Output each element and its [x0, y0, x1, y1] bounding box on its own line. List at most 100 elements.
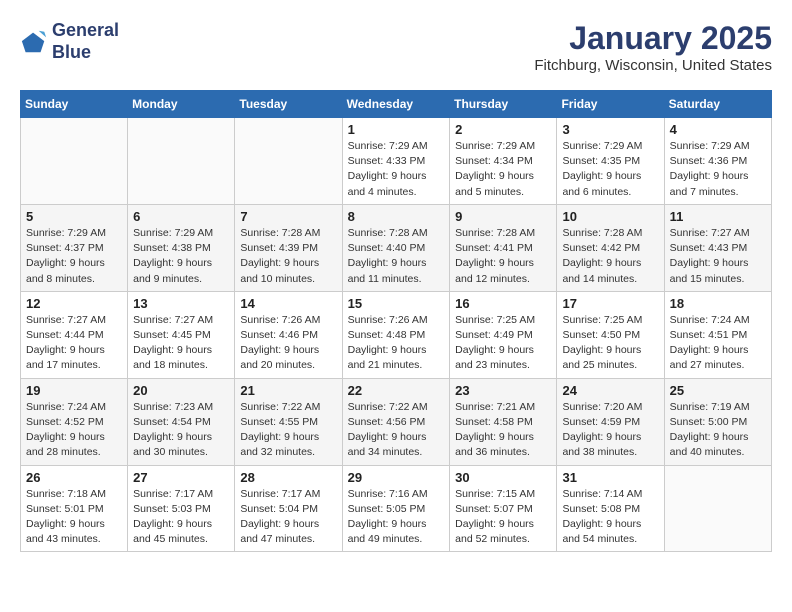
- day-info: Sunrise: 7:25 AM Sunset: 4:49 PM Dayligh…: [455, 313, 551, 374]
- day-cell: 23 Sunrise: 7:21 AM Sunset: 4:58 PM Dayli…: [450, 378, 557, 465]
- day-number: 2: [455, 122, 551, 137]
- day-cell: 25 Sunrise: 7:19 AM Sunset: 5:00 PM Dayli…: [664, 378, 771, 465]
- day-number: 3: [562, 122, 658, 137]
- day-number: 11: [670, 209, 766, 224]
- day-cell: 26 Sunrise: 7:18 AM Sunset: 5:01 PM Dayli…: [21, 465, 128, 552]
- day-cell: [235, 118, 342, 205]
- day-number: 16: [455, 296, 551, 311]
- day-info: Sunrise: 7:14 AM Sunset: 5:08 PM Dayligh…: [562, 487, 658, 548]
- day-info: Sunrise: 7:29 AM Sunset: 4:37 PM Dayligh…: [26, 226, 122, 287]
- day-cell: 4 Sunrise: 7:29 AM Sunset: 4:36 PM Daylig…: [664, 118, 771, 205]
- day-number: 20: [133, 383, 229, 398]
- day-info: Sunrise: 7:25 AM Sunset: 4:50 PM Dayligh…: [562, 313, 658, 374]
- day-number: 9: [455, 209, 551, 224]
- day-cell: 20 Sunrise: 7:23 AM Sunset: 4:54 PM Dayli…: [128, 378, 235, 465]
- day-number: 5: [26, 209, 122, 224]
- day-info: Sunrise: 7:21 AM Sunset: 4:58 PM Dayligh…: [455, 400, 551, 461]
- day-info: Sunrise: 7:28 AM Sunset: 4:39 PM Dayligh…: [240, 226, 336, 287]
- day-cell: 17 Sunrise: 7:25 AM Sunset: 4:50 PM Dayli…: [557, 291, 664, 378]
- day-cell: 12 Sunrise: 7:27 AM Sunset: 4:44 PM Dayli…: [21, 291, 128, 378]
- day-info: Sunrise: 7:28 AM Sunset: 4:41 PM Dayligh…: [455, 226, 551, 287]
- day-info: Sunrise: 7:26 AM Sunset: 4:48 PM Dayligh…: [348, 313, 445, 374]
- day-info: Sunrise: 7:29 AM Sunset: 4:35 PM Dayligh…: [562, 139, 658, 200]
- day-number: 1: [348, 122, 445, 137]
- day-info: Sunrise: 7:22 AM Sunset: 4:56 PM Dayligh…: [348, 400, 445, 461]
- day-info: Sunrise: 7:28 AM Sunset: 4:42 PM Dayligh…: [562, 226, 658, 287]
- day-cell: 2 Sunrise: 7:29 AM Sunset: 4:34 PM Daylig…: [450, 118, 557, 205]
- day-info: Sunrise: 7:16 AM Sunset: 5:05 PM Dayligh…: [348, 487, 445, 548]
- month-title: January 2025: [534, 20, 772, 57]
- day-number: 24: [562, 383, 658, 398]
- week-row-3: 12 Sunrise: 7:27 AM Sunset: 4:44 PM Dayli…: [21, 291, 772, 378]
- weekday-header-saturday: Saturday: [664, 91, 771, 118]
- day-number: 22: [348, 383, 445, 398]
- week-row-4: 19 Sunrise: 7:24 AM Sunset: 4:52 PM Dayli…: [21, 378, 772, 465]
- day-cell: [21, 118, 128, 205]
- day-info: Sunrise: 7:17 AM Sunset: 5:04 PM Dayligh…: [240, 487, 336, 548]
- day-cell: 22 Sunrise: 7:22 AM Sunset: 4:56 PM Dayli…: [342, 378, 450, 465]
- day-cell: [664, 465, 771, 552]
- day-cell: 27 Sunrise: 7:17 AM Sunset: 5:03 PM Dayli…: [128, 465, 235, 552]
- day-number: 31: [562, 470, 658, 485]
- weekday-header-wednesday: Wednesday: [342, 91, 450, 118]
- day-number: 10: [562, 209, 658, 224]
- day-info: Sunrise: 7:19 AM Sunset: 5:00 PM Dayligh…: [670, 400, 766, 461]
- day-number: 15: [348, 296, 445, 311]
- day-info: Sunrise: 7:23 AM Sunset: 4:54 PM Dayligh…: [133, 400, 229, 461]
- day-cell: 21Sunrise: 7:22 AM Sunset: 4:55 PM Dayli…: [235, 378, 342, 465]
- day-number: 26: [26, 470, 122, 485]
- day-cell: 30Sunrise: 7:15 AM Sunset: 5:07 PM Dayli…: [450, 465, 557, 552]
- day-cell: 3 Sunrise: 7:29 AM Sunset: 4:35 PM Daylig…: [557, 118, 664, 205]
- day-cell: 10 Sunrise: 7:28 AM Sunset: 4:42 PM Dayli…: [557, 204, 664, 291]
- day-info: Sunrise: 7:29 AM Sunset: 4:38 PM Dayligh…: [133, 226, 229, 287]
- day-cell: 28Sunrise: 7:17 AM Sunset: 5:04 PM Dayli…: [235, 465, 342, 552]
- day-cell: 14Sunrise: 7:26 AM Sunset: 4:46 PM Dayli…: [235, 291, 342, 378]
- weekday-header-friday: Friday: [557, 91, 664, 118]
- day-info: Sunrise: 7:27 AM Sunset: 4:43 PM Dayligh…: [670, 226, 766, 287]
- day-cell: 15 Sunrise: 7:26 AM Sunset: 4:48 PM Dayli…: [342, 291, 450, 378]
- day-info: Sunrise: 7:26 AM Sunset: 4:46 PM Dayligh…: [240, 313, 336, 374]
- day-number: 17: [562, 296, 658, 311]
- day-info: Sunrise: 7:28 AM Sunset: 4:40 PM Dayligh…: [348, 226, 445, 287]
- calendar: SundayMondayTuesdayWednesdayThursdayFrid…: [20, 90, 772, 552]
- day-info: Sunrise: 7:18 AM Sunset: 5:01 PM Dayligh…: [26, 487, 122, 548]
- logo-line1: General: [52, 20, 119, 42]
- day-info: Sunrise: 7:27 AM Sunset: 4:44 PM Dayligh…: [26, 313, 122, 374]
- day-cell: 7 Sunrise: 7:28 AM Sunset: 4:39 PM Daylig…: [235, 204, 342, 291]
- day-number: 12: [26, 296, 122, 311]
- day-info: Sunrise: 7:27 AM Sunset: 4:45 PM Dayligh…: [133, 313, 229, 374]
- day-info: Sunrise: 7:29 AM Sunset: 4:36 PM Dayligh…: [670, 139, 766, 200]
- day-number: 27: [133, 470, 229, 485]
- day-number: 19: [26, 383, 122, 398]
- weekday-header-tuesday: Tuesday: [235, 91, 342, 118]
- day-cell: 24Sunrise: 7:20 AM Sunset: 4:59 PM Dayli…: [557, 378, 664, 465]
- day-number: 8: [348, 209, 445, 224]
- day-info: Sunrise: 7:29 AM Sunset: 4:33 PM Dayligh…: [348, 139, 445, 200]
- day-number: 23: [455, 383, 551, 398]
- logo-icon: [20, 28, 48, 56]
- day-cell: 18Sunrise: 7:24 AM Sunset: 4:51 PM Dayli…: [664, 291, 771, 378]
- day-cell: 8 Sunrise: 7:28 AM Sunset: 4:40 PM Daylig…: [342, 204, 450, 291]
- day-number: 21: [240, 383, 336, 398]
- day-number: 13: [133, 296, 229, 311]
- logo-line2: Blue: [52, 42, 119, 64]
- day-cell: 16 Sunrise: 7:25 AM Sunset: 4:49 PM Dayli…: [450, 291, 557, 378]
- day-info: Sunrise: 7:24 AM Sunset: 4:52 PM Dayligh…: [26, 400, 122, 461]
- day-info: Sunrise: 7:24 AM Sunset: 4:51 PM Dayligh…: [670, 313, 766, 374]
- day-number: 7: [240, 209, 336, 224]
- weekday-header-row: SundayMondayTuesdayWednesdayThursdayFrid…: [21, 91, 772, 118]
- day-info: Sunrise: 7:29 AM Sunset: 4:34 PM Dayligh…: [455, 139, 551, 200]
- title-block: January 2025 Fitchburg, Wisconsin, Unite…: [534, 20, 772, 74]
- day-number: 30: [455, 470, 551, 485]
- logo: General Blue: [20, 20, 119, 63]
- day-number: 4: [670, 122, 766, 137]
- day-cell: 31 Sunrise: 7:14 AM Sunset: 5:08 PM Dayli…: [557, 465, 664, 552]
- day-info: Sunrise: 7:17 AM Sunset: 5:03 PM Dayligh…: [133, 487, 229, 548]
- day-cell: 5 Sunrise: 7:29 AM Sunset: 4:37 PM Daylig…: [21, 204, 128, 291]
- day-number: 25: [670, 383, 766, 398]
- week-row-5: 26 Sunrise: 7:18 AM Sunset: 5:01 PM Dayli…: [21, 465, 772, 552]
- weekday-header-monday: Monday: [128, 91, 235, 118]
- weekday-header-sunday: Sunday: [21, 91, 128, 118]
- day-cell: 6Sunrise: 7:29 AM Sunset: 4:38 PM Daylig…: [128, 204, 235, 291]
- day-cell: 19 Sunrise: 7:24 AM Sunset: 4:52 PM Dayli…: [21, 378, 128, 465]
